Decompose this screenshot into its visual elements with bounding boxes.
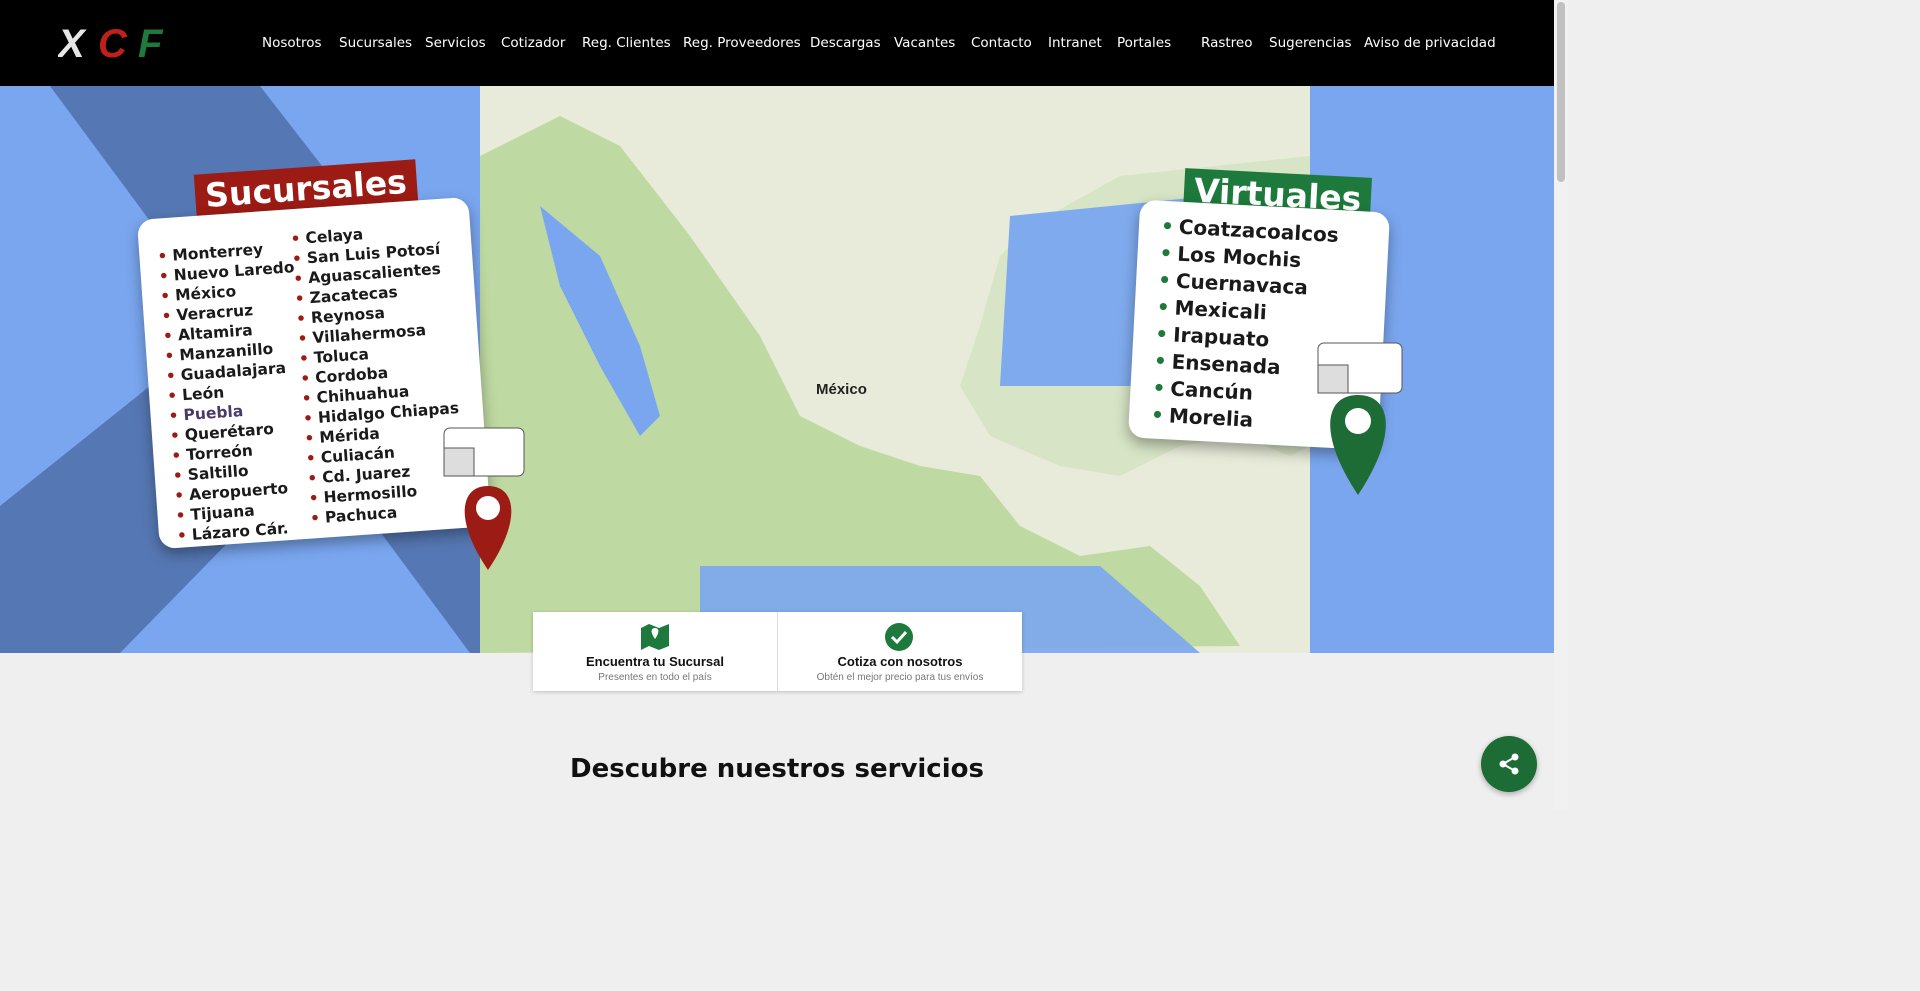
nav-reg-clientes[interactable]: Reg. Clientes: [582, 35, 671, 51]
site-header: X C F Nosotros Sucursales Servicios Cotizad…: [0, 0, 1554, 86]
services-heading: Descubre nuestros servicios: [570, 754, 984, 784]
nav-intranet[interactable]: Intranet: [1048, 35, 1102, 51]
quote-title: Cotiza con nosotros: [837, 654, 963, 669]
find-branch-card[interactable]: Encuentra tu Sucursal Presentes en todo …: [533, 612, 777, 691]
scrollbar-thumb[interactable]: [1557, 2, 1565, 182]
share-button[interactable]: [1481, 736, 1537, 792]
share-icon: [1499, 753, 1519, 775]
green-location-pin-icon: [1317, 342, 1403, 495]
page-scrollbar[interactable]: [1554, 0, 1568, 809]
nav-vacantes[interactable]: Vacantes: [894, 35, 955, 51]
quote-subtitle: Obtén el mejor precio para tus envíos: [816, 672, 984, 683]
sucursales-card: MonterreyNuevo LaredoMéxicoVeracruzAltam…: [136, 196, 492, 550]
nav-reg-proveedores[interactable]: Reg. Proveedores: [683, 35, 801, 51]
quick-actions: Encuentra tu Sucursal Presentes en todo …: [533, 612, 1022, 691]
sucursales-list-col1: MonterreyNuevo LaredoMéxicoVeracruzAltam…: [157, 237, 313, 546]
nav-contacto[interactable]: Contacto: [971, 35, 1032, 51]
nav-nosotros[interactable]: Nosotros: [262, 35, 322, 51]
map-icon: [641, 624, 669, 650]
nav-sugerencias[interactable]: Sugerencias: [1269, 35, 1352, 51]
find-branch-title: Encuentra tu Sucursal: [586, 654, 724, 669]
find-branch-subtitle: Presentes en todo el país: [598, 672, 712, 683]
map-country-label: México: [816, 381, 867, 398]
nav-portales[interactable]: Portales: [1117, 35, 1171, 51]
nav-cotizador[interactable]: Cotizador: [501, 35, 565, 51]
nav-aviso-privacidad[interactable]: Aviso de privacidad: [1364, 35, 1496, 51]
quote-card[interactable]: Cotiza con nosotros Obtén el mejor preci…: [777, 612, 1022, 691]
nav-sucursales[interactable]: Sucursales: [339, 35, 412, 51]
main-nav: Nosotros Sucursales Servicios Cotizador Reg.…: [0, 35, 1554, 55]
check-circle-icon: [885, 623, 913, 651]
nav-descargas[interactable]: Descargas: [810, 35, 881, 51]
nav-servicios[interactable]: Servicios: [425, 35, 486, 51]
nav-rastreo[interactable]: Rastreo: [1201, 35, 1253, 51]
red-location-pin-icon: [443, 427, 525, 570]
